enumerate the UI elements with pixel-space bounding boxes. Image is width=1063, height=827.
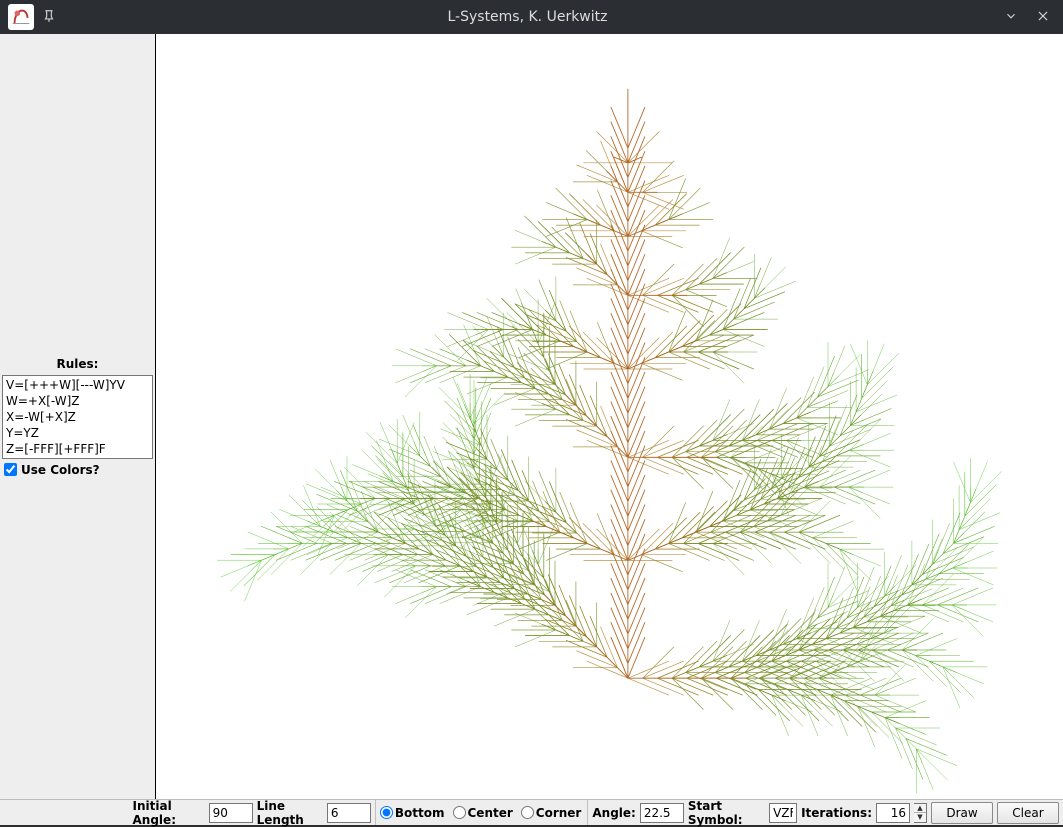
angle-label: Angle: (592, 806, 635, 820)
spinner-up-icon[interactable]: ▲ (914, 804, 926, 813)
spinner-down-icon[interactable]: ▼ (914, 813, 926, 822)
start-symbol-label: Start Symbol: (688, 799, 765, 827)
app-icon (8, 4, 34, 30)
content-area: Rules: Use Colors? Initial Angle: Line L… (0, 34, 1063, 825)
angle-input[interactable] (640, 803, 684, 823)
window-title: L-Systems, K. Uerkwitz (64, 9, 991, 25)
drawing-canvas (156, 34, 1063, 799)
iterations-spinner[interactable]: ▲ ▼ (914, 803, 927, 823)
rules-label: Rules: (2, 357, 153, 371)
line-length-input[interactable] (327, 803, 371, 823)
origin-radio-group: Bottom Center Corner (375, 800, 588, 825)
initial-angle-label: Initial Angle: (133, 799, 205, 827)
origin-corner-option[interactable]: Corner (519, 806, 586, 820)
origin-corner-label: Corner (536, 806, 582, 820)
use-colors-label: Use Colors? (21, 463, 100, 477)
bottom-toolbar: Initial Angle: Line Length Bottom Center… (0, 799, 1063, 825)
close-button[interactable] (1031, 9, 1055, 26)
origin-bottom-radio[interactable] (380, 806, 393, 819)
origin-bottom-label: Bottom (395, 806, 445, 820)
use-colors-row[interactable]: Use Colors? (2, 463, 153, 477)
minimize-button[interactable] (999, 9, 1023, 26)
sidebar: Rules: Use Colors? (0, 34, 156, 799)
iterations-input[interactable] (876, 803, 910, 823)
rules-textarea[interactable] (2, 375, 153, 459)
line-length-label: Line Length (257, 799, 323, 827)
origin-corner-radio[interactable] (521, 806, 534, 819)
main-area: Rules: Use Colors? (0, 34, 1063, 799)
origin-center-radio[interactable] (453, 806, 466, 819)
iterations-label: Iterations: (801, 806, 872, 820)
initial-angle-input[interactable] (209, 803, 253, 823)
start-symbol-input[interactable] (769, 803, 797, 823)
origin-bottom-option[interactable]: Bottom (378, 806, 449, 820)
lsystem-render (156, 34, 1063, 799)
origin-center-label: Center (468, 806, 513, 820)
clear-button[interactable]: Clear (997, 802, 1059, 824)
titlebar: L-Systems, K. Uerkwitz (0, 0, 1063, 34)
use-colors-checkbox[interactable] (4, 463, 17, 476)
pin-icon[interactable] (42, 9, 56, 26)
origin-center-option[interactable]: Center (451, 806, 517, 820)
draw-button[interactable]: Draw (931, 802, 993, 824)
